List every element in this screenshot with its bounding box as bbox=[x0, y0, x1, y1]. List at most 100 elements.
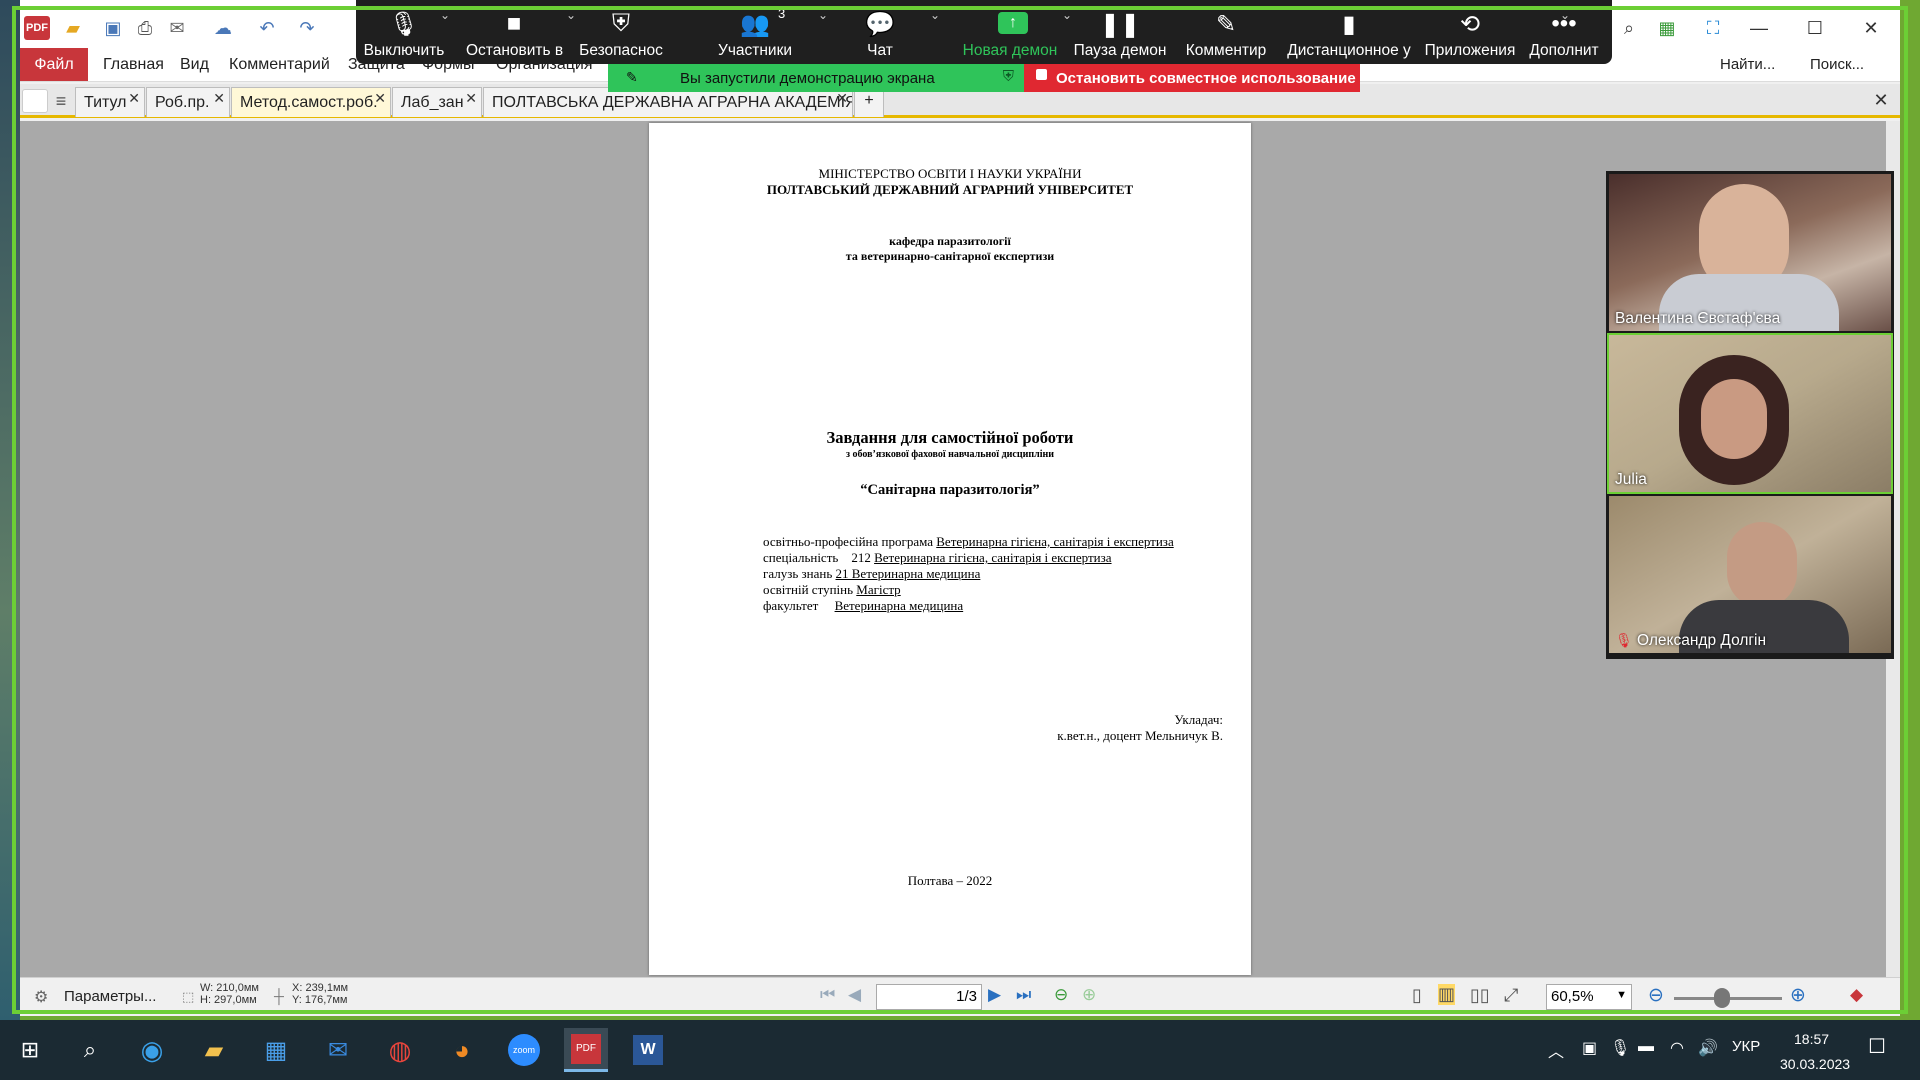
wifi-icon[interactable]: ◠ bbox=[1670, 1038, 1684, 1058]
settings-button[interactable]: Параметры... bbox=[64, 988, 156, 1005]
faculty-label: факультет bbox=[763, 598, 819, 613]
find-button[interactable]: Найти... bbox=[1720, 56, 1775, 73]
remote-control-button[interactable]: ▮ Дистанционное у bbox=[1286, 0, 1412, 64]
search-icon[interactable]: ⌕ bbox=[68, 1028, 112, 1072]
tab-close-icon[interactable]: ✕ bbox=[128, 90, 140, 107]
close-icon[interactable]: ✕ bbox=[1858, 16, 1884, 40]
search-button[interactable]: Поиск... bbox=[1810, 56, 1864, 73]
more-button[interactable]: ••• Дополнит bbox=[1526, 0, 1602, 64]
field-label: галузь знань bbox=[763, 566, 833, 581]
tab-close-icon[interactable]: ✕ bbox=[374, 90, 386, 107]
email-icon[interactable]: ✉ bbox=[164, 16, 190, 40]
microphone-icon[interactable]: 🎙 bbox=[1610, 1038, 1630, 1058]
prev-page-icon[interactable]: ◀ bbox=[848, 985, 861, 1005]
zoom-out-icon[interactable]: ⊖ bbox=[1648, 984, 1664, 1007]
app-logo-icon[interactable]: PDF bbox=[24, 16, 50, 40]
mute-button[interactable]: 🎙 Выключить ⌄ bbox=[356, 0, 452, 64]
tab-label: Лаб_зан bbox=[401, 94, 464, 111]
chevron-down-icon[interactable]: ⌄ bbox=[818, 8, 828, 22]
redo-icon[interactable]: ↷ bbox=[294, 16, 320, 40]
maximize-icon[interactable]: ☐ bbox=[1802, 16, 1828, 40]
tab-close-icon[interactable]: ✕ bbox=[836, 90, 848, 107]
program-value: Ветеринарна гігієна, санітарія і експерт… bbox=[936, 534, 1174, 549]
video-button[interactable]: ■ Остановить в ⌄ bbox=[466, 0, 576, 64]
menu-comment[interactable]: Комментарий bbox=[229, 56, 330, 74]
page-number-field[interactable]: 1/3 bbox=[876, 984, 982, 1010]
chevron-up-icon[interactable]: ︿ bbox=[1548, 1038, 1564, 1062]
apps-button[interactable]: ⟲ Приложения ⌄ bbox=[1422, 0, 1570, 64]
chevron-down-icon[interactable]: ⌄ bbox=[1062, 8, 1072, 22]
volume-icon[interactable]: 🔊 bbox=[1698, 1038, 1718, 1058]
layout-icon[interactable]: ▦ bbox=[1654, 16, 1680, 40]
pin-icon: ✎ bbox=[626, 69, 638, 85]
video-tile[interactable]: Julia bbox=[1607, 333, 1893, 494]
zoom-select[interactable]: 60,5% ▼ bbox=[1546, 984, 1632, 1010]
fullscreen-icon[interactable]: ⛶ bbox=[1700, 16, 1726, 40]
minimize-icon[interactable]: — bbox=[1746, 16, 1772, 40]
close-all-tabs-icon[interactable]: ✕ bbox=[1868, 88, 1894, 112]
save-icon[interactable]: ▣ bbox=[100, 16, 126, 40]
zoom-in-icon[interactable]: ⊕ bbox=[1790, 984, 1806, 1007]
first-page-icon[interactable]: ⏮ bbox=[820, 985, 835, 1005]
clock-date[interactable]: 30.03.2023 bbox=[1780, 1056, 1850, 1072]
tab-label: Метод.самост.роб. bbox=[240, 94, 378, 111]
share-status-banner[interactable]: ✎ Вы запустили демонстрацию экрана ⛨ bbox=[608, 64, 1024, 92]
language-indicator[interactable]: УКР bbox=[1732, 1038, 1760, 1055]
new-share-button[interactable]: ↑ Новая демон ⌄ bbox=[962, 0, 1072, 64]
word-icon[interactable]: W bbox=[626, 1028, 670, 1072]
tab-work-program[interactable]: Роб.пр. ✕ bbox=[146, 87, 230, 117]
tab-close-icon[interactable]: ✕ bbox=[213, 90, 225, 107]
video-tile[interactable]: 🎙 Олександр Долгін bbox=[1609, 496, 1891, 653]
specialty-label: спеціальність bbox=[763, 550, 839, 565]
forward-icon[interactable]: ⊕ bbox=[1082, 985, 1096, 1005]
chevron-down-icon[interactable]: ⌄ bbox=[930, 8, 940, 22]
participants-button[interactable]: 👥 3 Участники ⌄ bbox=[712, 0, 828, 64]
tab-lab[interactable]: Лаб_зан ✕ bbox=[392, 87, 482, 117]
cloud-icon[interactable]: ☁ bbox=[210, 16, 236, 40]
annotate-label: Комментир bbox=[1185, 42, 1267, 59]
tab-close-icon[interactable]: ✕ bbox=[465, 90, 477, 107]
start-icon[interactable]: ⊞ bbox=[8, 1028, 52, 1072]
chat-button[interactable]: 💬 Чат ⌄ bbox=[850, 0, 940, 64]
stop-share-button[interactable]: Остановить совместное использование bbox=[1024, 64, 1360, 92]
edge-icon[interactable]: ◉ bbox=[130, 1028, 174, 1072]
chevron-down-icon[interactable]: ⌄ bbox=[566, 8, 576, 22]
pause-share-button[interactable]: ❚❚ Пауза демон bbox=[1072, 0, 1168, 64]
chrome-icon[interactable]: ◍ bbox=[378, 1028, 422, 1072]
menu-view[interactable]: Вид bbox=[180, 56, 209, 74]
zoom-slider-thumb[interactable] bbox=[1714, 988, 1730, 1008]
tab-title[interactable]: Титул ✕ bbox=[75, 87, 145, 117]
back-icon[interactable]: ⊖ bbox=[1054, 985, 1068, 1005]
security-button[interactable]: ⛨ Безопаснос bbox=[578, 0, 664, 64]
pdf-icon[interactable]: ◆ bbox=[1850, 985, 1863, 1005]
search-icon[interactable]: ⌕ bbox=[1616, 16, 1642, 40]
next-page-icon[interactable]: ▶ bbox=[988, 985, 1001, 1005]
panel-toggle-icon[interactable] bbox=[22, 89, 48, 113]
undo-icon[interactable]: ↶ bbox=[254, 16, 280, 40]
notifications-icon[interactable]: ☐ bbox=[1868, 1034, 1886, 1059]
fit-icon[interactable]: ⤢ bbox=[1504, 985, 1518, 1006]
two-pages-icon[interactable]: ▯▯ bbox=[1470, 985, 1490, 1006]
single-page-icon[interactable]: ▯ bbox=[1412, 985, 1422, 1006]
firefox-icon[interactable]: ◕ bbox=[440, 1028, 484, 1072]
store-icon[interactable]: ▦ bbox=[254, 1028, 298, 1072]
continuous-page-icon[interactable]: ▥ bbox=[1438, 984, 1456, 1005]
tab-method[interactable]: Метод.самост.роб. ✕ bbox=[231, 87, 391, 117]
chevron-down-icon[interactable]: ⌄ bbox=[440, 8, 450, 22]
file-menu[interactable]: Файл bbox=[20, 48, 88, 81]
pdf-app-icon[interactable]: PDF bbox=[564, 1028, 608, 1072]
faculty-value: Ветеринарна медицина bbox=[834, 598, 964, 613]
last-page-icon[interactable]: ⏭ bbox=[1016, 985, 1031, 1005]
file-explorer-icon[interactable]: ▰ bbox=[192, 1028, 236, 1072]
meet-now-icon[interactable]: ▣ bbox=[1582, 1038, 1597, 1058]
list-icon[interactable]: ≡ bbox=[48, 89, 74, 113]
menu-home[interactable]: Главная bbox=[103, 56, 164, 74]
mail-icon[interactable]: ✉ bbox=[316, 1028, 360, 1072]
battery-icon[interactable]: ▬ bbox=[1638, 1038, 1654, 1056]
clock-time[interactable]: 18:57 bbox=[1794, 1031, 1829, 1047]
annotate-button[interactable]: ✎ Комментир bbox=[1182, 0, 1270, 64]
print-icon[interactable]: ⎙ bbox=[132, 16, 158, 40]
video-tile[interactable]: Валентина Євстаф'єва bbox=[1609, 174, 1891, 331]
open-folder-icon[interactable]: ▰ bbox=[60, 16, 86, 40]
zoom-icon[interactable]: zoom bbox=[502, 1028, 546, 1072]
